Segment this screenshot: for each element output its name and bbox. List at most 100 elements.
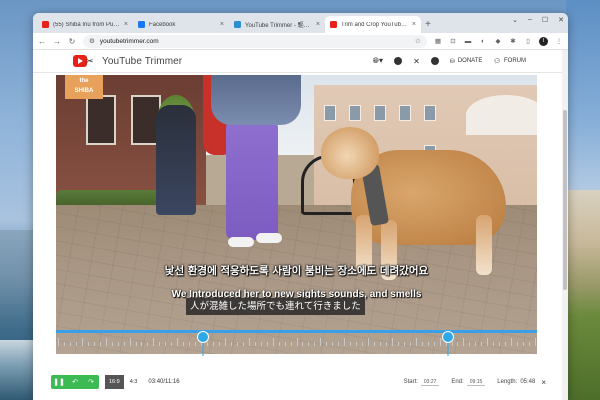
tab-close-icon[interactable]: × bbox=[412, 21, 416, 28]
maximize-icon[interactable]: ☐ bbox=[542, 16, 548, 24]
site-info-icon[interactable]: ⚙ bbox=[89, 37, 95, 45]
tab-trim-and-crop[interactable]: Trim and Crop YouTube vi × bbox=[325, 16, 421, 33]
current-time: 03:40/11:16 bbox=[148, 379, 180, 385]
chat-bubble-icon: 💬︎ bbox=[493, 58, 501, 65]
timeline-tick bbox=[445, 342, 447, 346]
tab-shiba-video[interactable]: (55) Shiba Inu from Puppy to × bbox=[37, 16, 133, 33]
profile-avatar[interactable]: I bbox=[539, 36, 548, 46]
timeline-tick bbox=[183, 342, 185, 346]
tab-close-icon[interactable]: × bbox=[220, 21, 224, 28]
timeline-tick bbox=[505, 342, 507, 346]
timeline-tick bbox=[356, 342, 358, 346]
timeline-tick bbox=[272, 338, 274, 346]
trim-timeline[interactable] bbox=[56, 330, 537, 360]
site-header: ✂ YouTube Trimmer 🌐︎▾ ✕ ⛁ DONATE 💬︎ FORU… bbox=[33, 50, 568, 73]
end-time-field[interactable]: 09:15 bbox=[466, 379, 486, 386]
timeline-tick bbox=[207, 342, 209, 346]
tab-close-icon[interactable]: × bbox=[316, 21, 320, 28]
timeline-tick bbox=[487, 338, 489, 346]
timeline-tick bbox=[439, 338, 441, 346]
extensions-puzzle-icon[interactable]: ✱ bbox=[509, 37, 517, 45]
minimize-icon[interactable]: – bbox=[528, 16, 532, 24]
timeline-tick bbox=[475, 342, 477, 346]
chevron-down-icon[interactable]: ⌄ bbox=[512, 16, 518, 24]
github-icon[interactable] bbox=[430, 57, 439, 65]
timeline-tick bbox=[213, 342, 215, 346]
menu-kebab-icon[interactable]: ⋮ bbox=[555, 37, 563, 45]
tab-title: YouTube Trimmer - 驅逐行艦! bbox=[245, 23, 313, 29]
timeline-tick bbox=[433, 342, 435, 346]
forward-icon[interactable]: → bbox=[53, 37, 61, 46]
timeline-tick bbox=[535, 338, 536, 346]
timeline-tick bbox=[469, 342, 471, 346]
trim-end-handle[interactable] bbox=[443, 332, 453, 342]
extension-icon[interactable]: ◆ bbox=[494, 37, 502, 45]
timeline-tick bbox=[165, 342, 167, 346]
video-player[interactable]: the SHIBA 낯선 환경에 적응하도록 사람이 붐비는 장소에도 데려갔어… bbox=[56, 75, 537, 354]
timeline-tick bbox=[218, 342, 220, 346]
timeline-tick bbox=[320, 338, 322, 346]
site-nav: 🌐︎▾ ✕ ⛁ DONATE 💬︎ FORUM bbox=[373, 56, 526, 66]
timeline-tick bbox=[189, 342, 191, 346]
back-icon[interactable]: ← bbox=[38, 37, 46, 46]
timeline-tick bbox=[266, 342, 268, 346]
scrollbar-thumb[interactable] bbox=[563, 110, 567, 290]
timeline-tick bbox=[171, 342, 173, 346]
tab-youtube-trimmer[interactable]: YouTube Trimmer - 驅逐行艦! × bbox=[229, 16, 325, 33]
tab-facebook[interactable]: Facebook × bbox=[133, 16, 229, 33]
rewind-icon[interactable]: ↶ bbox=[67, 375, 83, 389]
timeline-tick bbox=[308, 342, 310, 346]
tab-strip: (55) Shiba Inu from Puppy to × Facebook … bbox=[33, 13, 568, 33]
timeline-tick bbox=[141, 342, 143, 346]
start-label: Start: bbox=[403, 379, 418, 385]
timeline-tick bbox=[379, 342, 381, 346]
timeline-tick bbox=[302, 342, 304, 346]
trimmer-favicon-icon bbox=[234, 21, 241, 28]
timeline-tick bbox=[344, 338, 346, 346]
length-label: Length: bbox=[497, 379, 518, 385]
extension-icon[interactable]: ⊡ bbox=[449, 37, 457, 45]
timeline-tick bbox=[374, 342, 375, 346]
timeline-tick bbox=[135, 342, 137, 346]
tab-title: (55) Shiba Inu from Puppy to bbox=[53, 21, 121, 28]
browser-window: (55) Shiba Inu from Puppy to × Facebook … bbox=[33, 13, 568, 400]
ratio-4-3-button[interactable]: 4:3 bbox=[126, 375, 142, 389]
close-icon[interactable]: × bbox=[541, 378, 546, 387]
tab-close-icon[interactable]: × bbox=[124, 21, 128, 28]
x-twitter-icon[interactable]: ✕ bbox=[413, 57, 420, 66]
url-field[interactable]: ⚙ youtubetrimmer.com ☆ bbox=[83, 34, 427, 48]
timeline-ticks bbox=[56, 338, 537, 352]
window-controls: ⌄ – ☐ ✕ bbox=[512, 16, 564, 24]
bookmark-star-icon[interactable]: ☆ bbox=[415, 37, 421, 45]
extension-icon[interactable]: ▦ bbox=[434, 37, 442, 45]
timeline-tick bbox=[284, 342, 286, 346]
timeline-tick bbox=[195, 342, 197, 346]
start-time-field[interactable]: 03:27 bbox=[420, 379, 440, 386]
timeline-tick bbox=[111, 342, 113, 346]
forward-icon[interactable]: ↷ bbox=[83, 375, 99, 389]
language-globe-icon[interactable]: 🌐︎▾ bbox=[373, 56, 383, 66]
timeline-tick bbox=[397, 342, 399, 346]
youtube-trimmer-logo-icon[interactable]: ✂ bbox=[73, 54, 97, 68]
ratio-16-9-button[interactable]: 16:9 bbox=[105, 375, 124, 389]
facebook-icon[interactable] bbox=[394, 57, 403, 65]
timeline-tick bbox=[153, 338, 155, 346]
trim-start-handle[interactable] bbox=[198, 332, 209, 342]
sidebar-icon[interactable]: ▯ bbox=[524, 37, 532, 45]
extension-icon[interactable]: ◐ bbox=[479, 37, 487, 45]
forum-link[interactable]: 💬︎ FORUM bbox=[493, 58, 526, 65]
new-tab-button[interactable]: + bbox=[421, 16, 435, 33]
timeline-track[interactable] bbox=[56, 330, 537, 333]
extension-icon[interactable]: ▬ bbox=[464, 37, 472, 45]
reload-icon[interactable]: ↻ bbox=[68, 37, 76, 46]
donate-link[interactable]: ⛁ DONATE bbox=[450, 58, 483, 65]
site-brand[interactable]: YouTube Trimmer bbox=[102, 56, 182, 67]
close-window-icon[interactable]: ✕ bbox=[558, 16, 564, 24]
timeline-tick bbox=[481, 342, 483, 346]
timeline-tick bbox=[391, 338, 393, 346]
subtitle-korean: 낯선 환경에 적응하도록 사람이 붐비는 장소에도 데려갔어요 bbox=[164, 265, 429, 277]
timeline-tick bbox=[517, 342, 519, 346]
pause-icon[interactable]: ❚❚ bbox=[51, 375, 67, 389]
timeline-tick bbox=[278, 342, 280, 346]
page-scrollbar[interactable] bbox=[562, 50, 568, 400]
